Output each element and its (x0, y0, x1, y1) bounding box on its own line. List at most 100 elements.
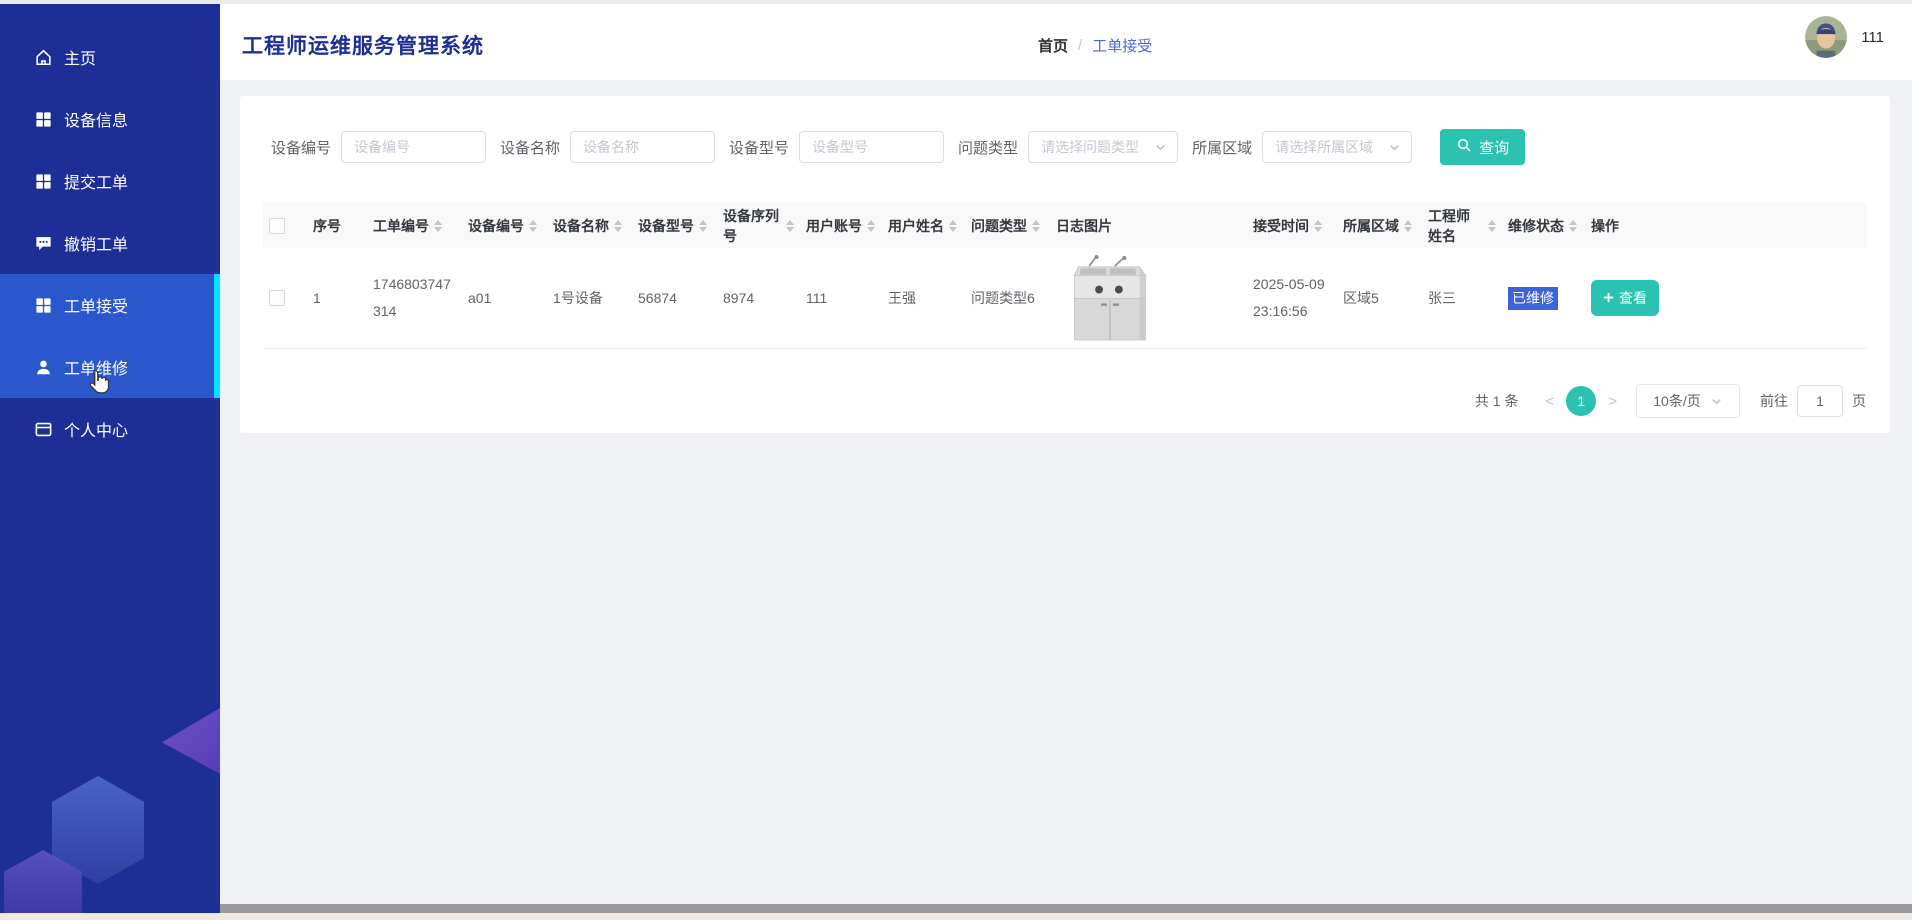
sidebar-item-label: 个人中心 (64, 423, 129, 440)
column-label: 序号 (313, 217, 341, 234)
goto-suffix: 页 (1852, 393, 1866, 409)
bottom-edge-strip (0, 913, 1912, 920)
app-root: 主页 设备信息 提交工单 撤销工单 工单接受 工单维修 个人中心 工程师运维服务管理系统 首… (0, 0, 1912, 920)
column-header-actions: 操作 (1585, 203, 1867, 248)
page-size-value: 10条/页 (1653, 393, 1701, 409)
card-icon (33, 419, 53, 439)
pagination: 共 1 条 < 1 > 10条/页 前往 页 (240, 384, 1866, 418)
cell-deviceName: 1号设备 (547, 248, 632, 349)
sidebar: 主页 设备信息 提交工单 撤销工单 工单接受 工单维修 个人中心 (0, 4, 220, 913)
column-label: 设备序列号 (723, 207, 779, 244)
sort-caret-icon[interactable] (434, 219, 442, 232)
device-model-input[interactable] (799, 131, 945, 163)
column-header-userName[interactable]: 用户姓名 (882, 203, 965, 248)
column-header-engineerName[interactable]: 工程师姓名 (1422, 203, 1502, 248)
breadcrumb: 首页 / 工单接受 (1038, 35, 1152, 56)
filter-label: 问题类型 (958, 139, 1019, 157)
problem-type-select[interactable]: 请选择问题类型 (1028, 131, 1179, 163)
sort-caret-icon[interactable] (949, 219, 957, 232)
cell-region: 区域5 (1337, 248, 1422, 349)
sort-caret-icon[interactable] (786, 219, 794, 232)
page-title: 工程师运维服务管理系统 (242, 35, 484, 58)
workorder-table: 序号 工单编号 设备编号 设备名称 设备型号 设备序列号 用户账号 用户姓名 问题类型 日志图片 接… (263, 203, 1867, 349)
filter-device-no: 设备编号 (271, 131, 487, 163)
sort-caret-icon[interactable] (529, 219, 537, 232)
column-header-logImage: 日志图片 (1050, 203, 1247, 248)
column-label: 操作 (1591, 217, 1619, 234)
sort-caret-icon[interactable] (699, 219, 707, 232)
column-header-serialNo[interactable]: 设备序列号 (717, 203, 800, 248)
column-header-repairStatus[interactable]: 维修状态 (1502, 203, 1585, 248)
plus-icon (1603, 290, 1614, 306)
region-select[interactable]: 请选择所属区域 (1262, 131, 1413, 163)
column-header-userAccount[interactable]: 用户账号 (800, 203, 882, 248)
view-button-label: 查看 (1619, 290, 1647, 306)
cell-index: 1 (307, 248, 367, 349)
column-label: 设备名称 (553, 217, 609, 234)
page-size-select[interactable]: 10条/页 (1636, 384, 1740, 418)
column-header-acceptTime[interactable]: 接受时间 (1247, 203, 1337, 248)
column-header-deviceName[interactable]: 设备名称 (547, 203, 632, 248)
username: 111 (1861, 28, 1884, 46)
grid-icon (33, 171, 53, 191)
sidebar-item-profile-center[interactable]: 个人中心 (0, 398, 220, 460)
sort-caret-icon[interactable] (1488, 219, 1496, 232)
column-header-deviceModel[interactable]: 设备型号 (632, 203, 717, 248)
sidebar-item-home[interactable]: 主页 (0, 26, 220, 88)
log-image-thumbnail[interactable] (1056, 252, 1241, 344)
sort-caret-icon[interactable] (1569, 219, 1577, 232)
search-button[interactable]: 查询 (1440, 129, 1526, 165)
sort-caret-icon[interactable] (1314, 219, 1322, 232)
goto-page-input[interactable] (1797, 385, 1843, 417)
chevron-down-icon (1154, 141, 1167, 154)
sidebar-item-cancel-workorder[interactable]: 撤销工单 (0, 212, 220, 274)
column-header-orderNo[interactable]: 工单编号 (367, 203, 462, 248)
sidebar-item-label: 设备信息 (64, 113, 129, 130)
column-label: 用户姓名 (888, 217, 944, 234)
filter-device-model: 设备型号 (729, 131, 945, 163)
column-label: 所属区域 (1343, 217, 1399, 234)
top-edge-strip (0, 0, 1912, 4)
user-menu[interactable]: 111 (1805, 16, 1884, 58)
breadcrumb-current: 工单接受 (1092, 38, 1153, 55)
cell-problemType: 问题类型6 (965, 248, 1050, 349)
breadcrumb-home-link[interactable]: 首页 (1038, 35, 1068, 56)
filter-region: 所属区域 请选择所属区域 (1192, 131, 1413, 163)
cell-userAccount: 111 (800, 248, 882, 349)
cell-repairStatus: 已维修 (1502, 248, 1585, 349)
cell-acceptTime: 2025-05-09 23:16:56 (1247, 248, 1337, 349)
sidebar-item-submit-workorder[interactable]: 提交工单 (0, 150, 220, 212)
filter-groups: 设备编号 设备名称 设备型号 问题类型请选择问题类型所属区域请选择所属区域 (271, 131, 1426, 163)
sort-caret-icon[interactable] (867, 219, 875, 232)
device-no-input[interactable] (341, 131, 487, 163)
sort-caret-icon[interactable] (1032, 219, 1040, 232)
cell-orderNo: 1746803747314 (367, 248, 462, 349)
cell-logImage (1050, 248, 1247, 349)
sidebar-item-device-info[interactable]: 设备信息 (0, 88, 220, 150)
sidebar-item-workorder-accept[interactable]: 工单接受 (0, 274, 220, 336)
prev-page-button[interactable]: < (1538, 393, 1561, 410)
column-label: 接受时间 (1253, 217, 1309, 234)
column-label: 日志图片 (1056, 217, 1112, 234)
sort-caret-icon[interactable] (1404, 219, 1412, 232)
column-header-deviceNo[interactable]: 设备编号 (462, 203, 547, 248)
goto-label: 前往 (1760, 393, 1788, 409)
table-header-row: 序号 工单编号 设备编号 设备名称 设备型号 设备序列号 用户账号 用户姓名 问题类型 日志图片 接… (263, 203, 1867, 248)
view-button[interactable]: 查看 (1591, 280, 1659, 316)
device-name-input[interactable] (570, 131, 716, 163)
column-label: 设备编号 (468, 217, 524, 234)
repair-status-badge: 已维修 (1508, 286, 1558, 310)
column-header-region[interactable]: 所属区域 (1337, 203, 1422, 248)
next-page-button[interactable]: > (1601, 393, 1624, 410)
page-number-button[interactable]: 1 (1566, 386, 1597, 416)
pagination-total: 共 1 条 (1474, 393, 1519, 409)
horizontal-scrollbar[interactable] (220, 904, 1912, 913)
search-button-label: 查询 (1479, 139, 1510, 157)
home-icon (33, 47, 53, 67)
sidebar-item-label: 撤销工单 (64, 237, 129, 254)
row-checkbox[interactable] (269, 290, 285, 306)
select-all-checkbox[interactable] (269, 217, 285, 234)
avatar[interactable] (1805, 16, 1848, 58)
column-header-problemType[interactable]: 问题类型 (965, 203, 1050, 248)
sort-caret-icon[interactable] (614, 219, 622, 232)
